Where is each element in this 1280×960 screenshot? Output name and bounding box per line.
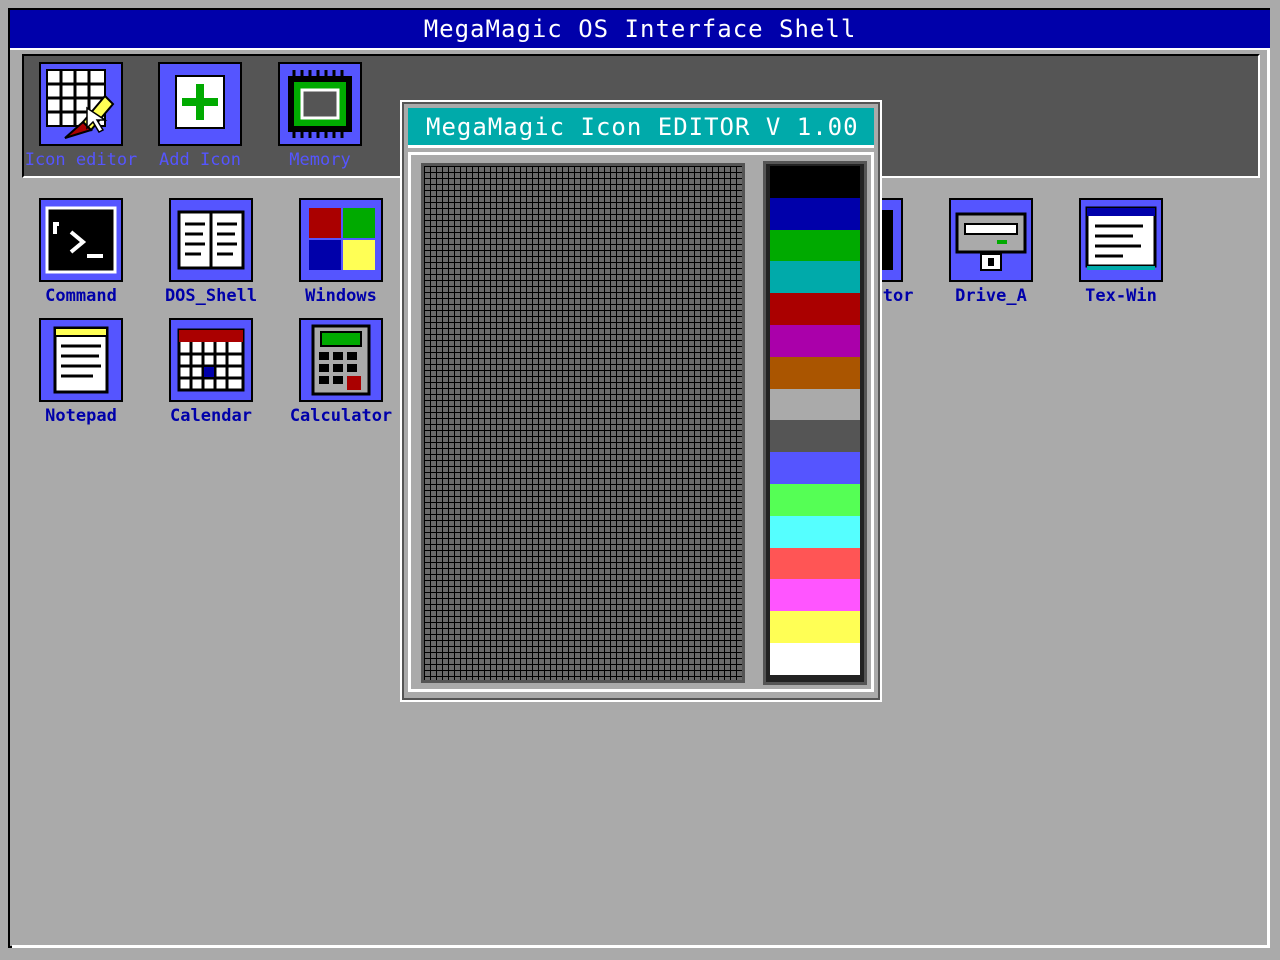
icon-editor-title: MegaMagic Icon EDITOR V 1.00 [426,112,859,141]
icon-editor-icon [39,62,123,146]
desktop-icon-drive-a[interactable]: Drive_A [926,198,1056,306]
toolbar-item-label: Add Icon [159,150,241,170]
color-swatch[interactable] [770,483,860,516]
shell-title: MegaMagic OS Interface Shell [423,15,857,43]
desktop-icon-calendar[interactable]: Calendar [146,318,276,426]
shell-title-bar: MegaMagic OS Interface Shell [10,10,1270,50]
calculator-icon [299,318,383,402]
desktop-icon-label: Drive_A [955,286,1027,306]
notepad-icon [39,318,123,402]
color-swatch[interactable] [770,166,860,198]
dos-shell-icon [169,198,253,282]
desktop-icon-label: Notepad [45,406,117,426]
color-swatch[interactable] [770,642,860,675]
desktop-icon-label: Calendar [170,406,252,426]
color-swatch[interactable] [770,229,860,262]
color-swatch[interactable] [770,388,860,421]
toolbar-item-label: Memory [289,150,351,170]
color-swatch[interactable] [770,579,860,612]
command-prompt-icon [39,198,123,282]
toolbar-item-label: Icon editor [24,150,138,170]
color-swatch[interactable] [770,547,860,580]
desktop-icon-label: Tex-Win [1085,286,1157,306]
desktop-icon-windows[interactable]: Windows [276,198,406,306]
memory-chip-icon [278,62,362,146]
color-swatch[interactable] [770,261,860,294]
desktop-icon-label: Calculator [289,406,393,426]
color-swatch[interactable] [770,452,860,484]
toolbar-item-icon-editor[interactable]: Icon editor [16,62,146,170]
desktop-icon-command[interactable]: Command [16,198,146,306]
color-swatch[interactable] [770,611,860,643]
desktop-icon-calculator[interactable]: Calculator [276,318,406,426]
pixel-grid-canvas[interactable] [421,163,745,683]
toolbar-item-add-icon[interactable]: Add Icon [135,62,265,170]
desktop-icon-notepad[interactable]: Notepad [16,318,146,426]
calendar-icon [169,318,253,402]
desktop-icon-label: DOS_Shell [164,286,258,306]
color-swatch[interactable] [770,515,860,548]
icon-editor-window: MegaMagic Icon EDITOR V 1.00 [400,100,882,702]
color-swatch[interactable] [770,197,860,230]
desktop-icon-label: Windows [305,286,377,306]
text-window-icon [1079,198,1163,282]
icon-editor-body [408,152,874,692]
color-swatch[interactable] [770,420,860,453]
desktop-icon-dos-shell[interactable]: DOS_Shell [146,198,276,306]
windows-icon [299,198,383,282]
icon-editor-title-bar[interactable]: MegaMagic Icon EDITOR V 1.00 [408,108,874,148]
color-swatch[interactable] [770,356,860,389]
color-palette [763,161,867,685]
floppy-drive-icon [949,198,1033,282]
desktop-icon-label: Command [45,286,117,306]
toolbar-item-memory[interactable]: Memory [255,62,385,170]
desktop-icon-tex-win[interactable]: Tex-Win [1056,198,1186,306]
color-swatch[interactable] [770,324,860,357]
color-swatch[interactable] [770,293,860,325]
add-icon [158,62,242,146]
